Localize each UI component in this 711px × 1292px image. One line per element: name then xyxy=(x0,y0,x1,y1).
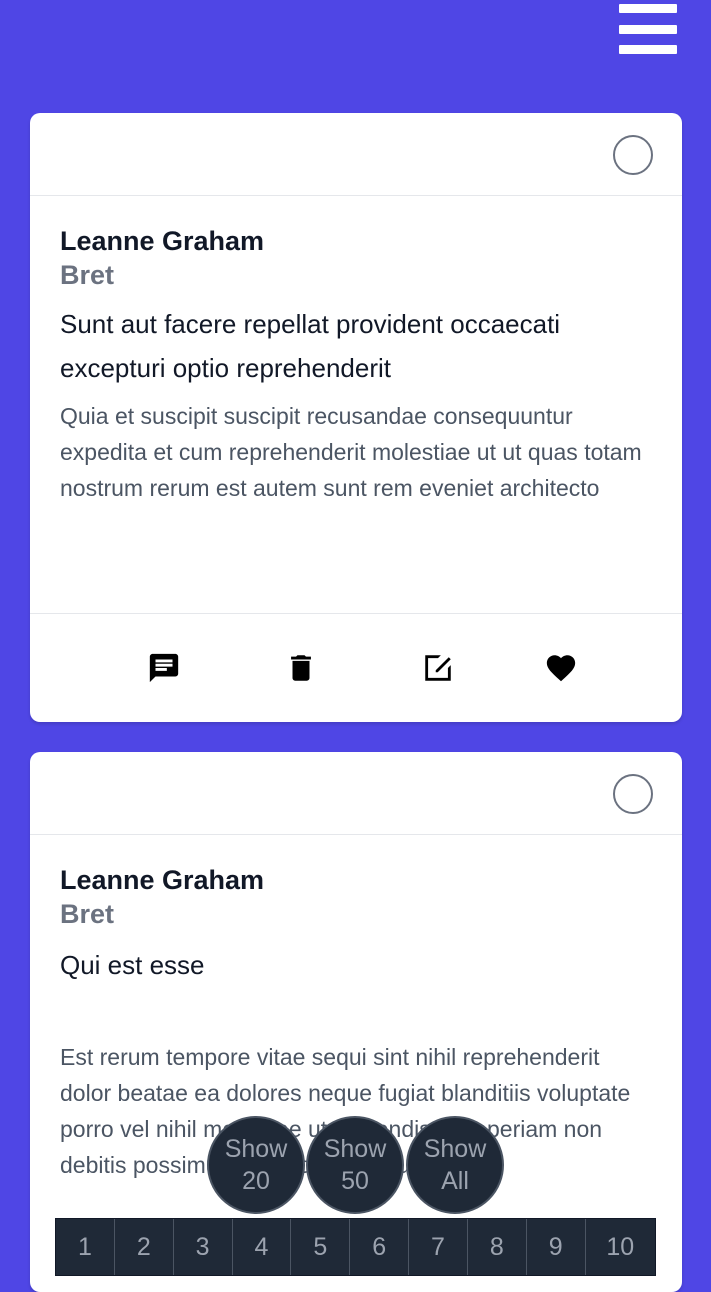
comment-icon[interactable] xyxy=(146,650,182,686)
post-card: Leanne Graham Bret Sunt aut facere repel… xyxy=(30,113,682,722)
edit-icon[interactable] xyxy=(420,650,456,686)
heart-icon[interactable] xyxy=(543,650,579,686)
card-header xyxy=(30,113,682,196)
show-20-value: 20 xyxy=(242,1167,270,1195)
post-title: Sunt aut facere repellat provident occae… xyxy=(60,309,561,383)
show-all-value: All xyxy=(441,1167,469,1195)
page-button-8[interactable]: 8 xyxy=(468,1219,527,1275)
show-50-value: 50 xyxy=(341,1167,369,1195)
trash-icon[interactable] xyxy=(283,650,319,686)
show-50-label: Show xyxy=(323,1135,387,1163)
page-button-6[interactable]: 6 xyxy=(350,1219,410,1275)
page-button-9[interactable]: 9 xyxy=(527,1219,586,1275)
page-button-5[interactable]: 5 xyxy=(291,1219,351,1275)
show-50-button[interactable]: Show 50 xyxy=(306,1116,404,1214)
pagination: 1 2 3 4 5 6 7 8 9 10 xyxy=(55,1218,656,1276)
show-all-label: Show xyxy=(423,1135,487,1163)
show-20-button[interactable]: Show 20 xyxy=(207,1116,305,1214)
select-checkbox[interactable] xyxy=(613,135,653,175)
post-body: Quia et suscipit suscipit recusandae con… xyxy=(60,403,642,501)
author-name: Leanne Graham xyxy=(60,226,265,256)
page-button-10[interactable]: 10 xyxy=(586,1219,655,1275)
select-checkbox[interactable] xyxy=(613,774,653,814)
author-username: Bret xyxy=(60,899,115,929)
card-header xyxy=(30,752,682,835)
page-button-4[interactable]: 4 xyxy=(233,1219,292,1275)
show-20-label: Show xyxy=(224,1135,288,1163)
author-username: Bret xyxy=(60,260,115,290)
author-name: Leanne Graham xyxy=(60,865,265,895)
page-button-7[interactable]: 7 xyxy=(409,1219,468,1275)
page-button-3[interactable]: 3 xyxy=(174,1219,233,1275)
post-title: Qui est esse xyxy=(60,950,205,980)
card-actions xyxy=(30,613,682,722)
page-button-2[interactable]: 2 xyxy=(115,1219,174,1275)
show-all-button[interactable]: Show All xyxy=(406,1116,504,1214)
hamburger-menu-icon[interactable] xyxy=(619,4,677,54)
page-button-1[interactable]: 1 xyxy=(56,1219,115,1275)
